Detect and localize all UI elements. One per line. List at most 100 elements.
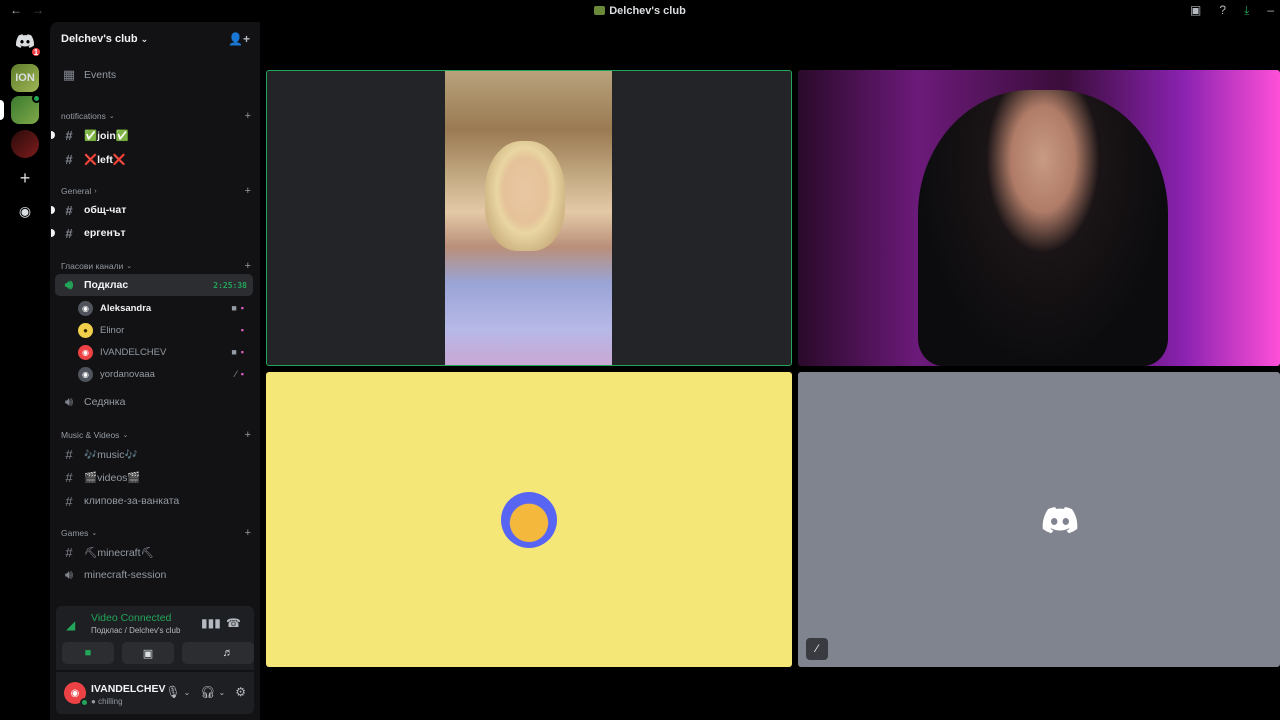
server-ion[interactable]: ION xyxy=(11,64,39,92)
category-general[interactable]: General › + xyxy=(61,185,251,197)
username[interactable]: IVANDELCHEV xyxy=(91,683,165,695)
minimize-button[interactable]: – xyxy=(1267,3,1274,18)
window-title-text: Delchev's club xyxy=(609,5,686,17)
voice-channel-sedyanka[interactable]: 🔊︎ Седянка xyxy=(55,391,253,413)
discord-logo-icon xyxy=(1042,507,1078,533)
speaker-icon: 🔊︎ xyxy=(64,277,74,292)
chevron-right-icon: › xyxy=(94,187,97,195)
activity-icon: ▪ xyxy=(240,303,244,313)
channel-join[interactable]: # ✅join✅ xyxy=(51,124,253,146)
channel-ergenat[interactable]: # ергенът xyxy=(51,222,253,244)
voice-user-elinor[interactable]: ● Elinor ▪ xyxy=(78,319,250,341)
speaker-icon: 🔊︎ xyxy=(64,567,74,582)
chevron-down-icon: ⌄ xyxy=(122,432,129,439)
channel-general-chat[interactable]: # общ-чат xyxy=(51,199,253,221)
camera-toggle-button[interactable]: ■ xyxy=(62,642,114,664)
channel-label: ❌left❌ xyxy=(84,153,126,166)
create-channel-icon[interactable]: + xyxy=(245,110,251,122)
video-tile-streamer[interactable] xyxy=(798,70,1280,366)
voice-channel-path[interactable]: Подклас / Delchev's club xyxy=(91,626,180,635)
voice-status[interactable]: Video Connected xyxy=(91,612,171,624)
category-voice[interactable]: Гласови канали ⌄ + xyxy=(61,260,251,272)
events-item[interactable]: ▦ Events xyxy=(55,64,253,86)
server-dark[interactable] xyxy=(11,130,39,158)
server-delchevs-club[interactable] xyxy=(11,94,41,124)
soundboard-icon: ♬ xyxy=(222,647,234,659)
unread-indicator xyxy=(51,131,55,139)
unread-indicator xyxy=(51,229,55,237)
chevron-down-icon: ⌄ xyxy=(91,530,98,537)
add-server-icon[interactable]: + xyxy=(11,164,39,192)
hashtag-icon: # xyxy=(65,127,73,143)
create-channel-icon[interactable]: + xyxy=(245,185,251,197)
activity-icon: ▪ xyxy=(240,325,244,335)
soundboard-button[interactable]: ♬ xyxy=(202,642,254,664)
home-button[interactable]: 1 xyxy=(11,27,42,58)
chevron-down-icon: ⌄ xyxy=(108,113,115,120)
chevron-down-icon: ⌄ xyxy=(126,263,133,270)
avatar-tile-elinor[interactable] xyxy=(266,372,792,667)
invite-people-icon[interactable]: 👤+ xyxy=(228,32,250,46)
voice-channel-podklas[interactable]: 🔊︎ Подклас 2:25:38 xyxy=(55,274,253,296)
create-channel-icon[interactable]: + xyxy=(245,260,251,272)
user-avatar xyxy=(501,492,557,548)
inbox-icon[interactable]: ▣ xyxy=(1190,3,1201,18)
screen-share-button[interactable]: ▣ xyxy=(122,642,174,664)
headphones-icon[interactable]: 🎧︎ xyxy=(200,685,215,699)
avatar: ● xyxy=(78,322,93,338)
titlebar-actions: ▣ ? ⤓ – xyxy=(1190,3,1274,18)
channel-minecraft[interactable]: # ⛏minecraft⛏ xyxy=(55,541,253,563)
unread-indicator xyxy=(51,206,55,214)
create-channel-icon[interactable]: + xyxy=(245,429,251,441)
help-icon[interactable]: ? xyxy=(1219,3,1226,18)
voice-user-aleksandra[interactable]: ◉ Aleksandra ■ ▪ xyxy=(78,297,250,319)
voice-user-yordanovaaa[interactable]: ◉ yordanovaaa ⁄ ▪ xyxy=(78,363,250,385)
person-silhouette xyxy=(485,141,565,251)
discover-icon[interactable]: ◉ xyxy=(11,197,39,225)
camera-feed xyxy=(445,71,612,365)
channel-klipove[interactable]: # клипове-за-ванката xyxy=(55,490,253,512)
voice-user-icons: ▪ xyxy=(241,325,244,335)
channel-videos[interactable]: # 🎬videos🎬 xyxy=(55,466,253,488)
noise-suppression-icon[interactable]: ▮▮▮ xyxy=(201,616,221,630)
download-icon[interactable]: ⤓ xyxy=(1244,3,1249,18)
create-channel-icon[interactable]: + xyxy=(245,527,251,539)
video-tile-speaking[interactable] xyxy=(266,70,792,366)
camera-feed xyxy=(918,90,1168,366)
disconnect-icon[interactable]: ☎ xyxy=(226,616,241,630)
voice-channel-minecraft-session[interactable]: 🔊︎ minecraft-session xyxy=(55,564,253,586)
notification-badge: 1 xyxy=(30,46,42,58)
server-rail: 1 ION + ◉ xyxy=(0,22,50,720)
channel-music[interactable]: # 🎶music🎶 xyxy=(55,443,253,465)
muted-mic-icon: ⁄ xyxy=(806,638,828,660)
category-label: Гласови канали xyxy=(61,261,124,271)
hashtag-icon: # xyxy=(65,469,73,485)
hashtag-icon: # xyxy=(65,151,73,167)
category-music-videos[interactable]: Music & Videos ⌄ + xyxy=(61,429,251,441)
server-header[interactable]: Delchev's club ⌄ 👤+ xyxy=(50,22,260,56)
camera-icon: ■ xyxy=(231,303,237,313)
category-label: General xyxy=(61,186,92,196)
voice-user-ivandelchev[interactable]: ◉ IVANDELCHEV ■ ▪ xyxy=(78,341,250,363)
channel-label: 🎬videos🎬 xyxy=(84,471,141,484)
avatar: ◉ xyxy=(78,366,93,382)
settings-gear-icon[interactable]: ⚙ xyxy=(235,685,246,699)
channel-sidebar: Delchev's club ⌄ 👤+ ▦ Events notificatio… xyxy=(50,22,260,720)
title-bar: ← → Delchev's club ▣ ? ⤓ – xyxy=(0,0,1280,22)
connection-signal-icon[interactable]: ◢ xyxy=(66,618,75,632)
chevron-down-icon[interactable]: ⌄ xyxy=(184,688,191,699)
category-games[interactable]: Games ⌄ + xyxy=(61,527,251,539)
screen-share-icon: ▣ xyxy=(142,647,154,660)
voice-active-dot xyxy=(32,94,41,103)
speaker-icon: 🔊︎ xyxy=(64,394,74,409)
user-avatar[interactable]: ◉ xyxy=(64,682,89,707)
microphone-icon[interactable]: 🎙︎ xyxy=(165,685,180,699)
voice-user-name: Elinor xyxy=(100,324,125,336)
channel-left[interactable]: # ❌left❌ xyxy=(55,148,253,170)
channel-label: 🎶music🎶 xyxy=(84,448,138,461)
avatar-tile-yordanovaaa[interactable]: ⁄ xyxy=(798,372,1280,667)
custom-status[interactable]: ● chilling xyxy=(91,697,123,706)
chevron-down-icon[interactable]: ⌄ xyxy=(219,688,226,699)
server-mini-icon xyxy=(594,6,606,15)
category-notifications[interactable]: notifications ⌄ + xyxy=(61,110,251,122)
